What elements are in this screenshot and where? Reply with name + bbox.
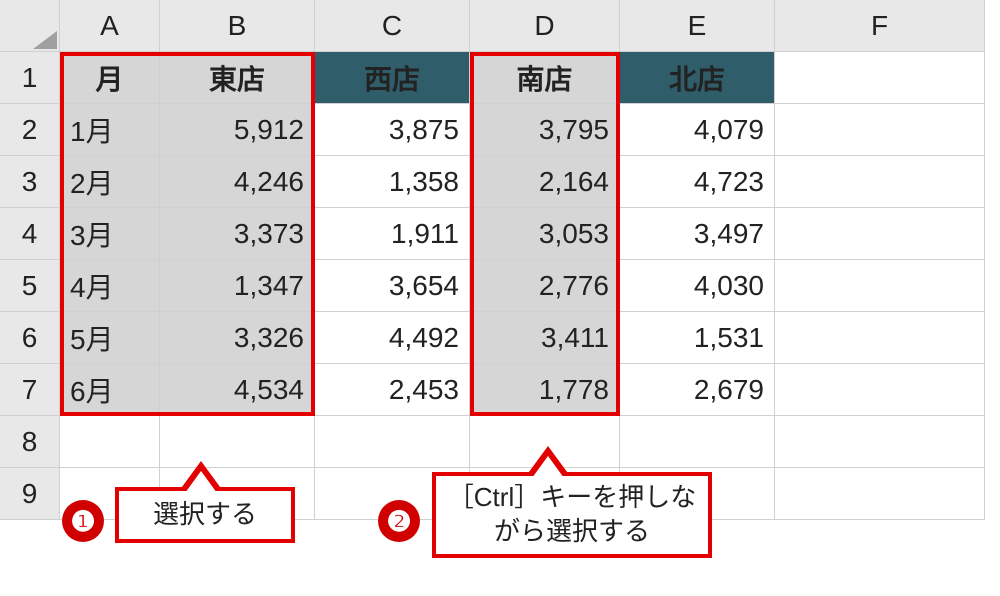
- cell-A7[interactable]: 6月: [60, 364, 160, 416]
- annotation-callout-2: ［Ctrl］キーを押しながら選択する: [432, 472, 712, 558]
- row-header-3[interactable]: 3: [0, 156, 60, 208]
- col-header-C[interactable]: C: [315, 0, 470, 52]
- cell-E5[interactable]: 4,030: [620, 260, 775, 312]
- cell-A4[interactable]: 3月: [60, 208, 160, 260]
- cell-F2[interactable]: [775, 104, 985, 156]
- cell-B6[interactable]: 3,326: [160, 312, 315, 364]
- row-header-2[interactable]: 2: [0, 104, 60, 156]
- cell-B3[interactable]: 4,246: [160, 156, 315, 208]
- row-header-1[interactable]: 1: [0, 52, 60, 104]
- row-header-9[interactable]: 9: [0, 468, 60, 520]
- cell-B7[interactable]: 4,534: [160, 364, 315, 416]
- cell-E1[interactable]: 北店: [620, 52, 775, 104]
- row-header-5[interactable]: 5: [0, 260, 60, 312]
- col-header-A[interactable]: A: [60, 0, 160, 52]
- annotation-badge-1: ❶: [62, 500, 104, 542]
- callout-1-text: 選択する: [153, 498, 257, 532]
- col-header-D[interactable]: D: [470, 0, 620, 52]
- cell-D1[interactable]: 南店: [470, 52, 620, 104]
- cell-C2[interactable]: 3,875: [315, 104, 470, 156]
- annotation-callout-1: 選択する: [115, 487, 295, 543]
- cell-A1[interactable]: 月: [60, 52, 160, 104]
- cell-A5[interactable]: 4月: [60, 260, 160, 312]
- cell-C8[interactable]: [315, 416, 470, 468]
- row-header-6[interactable]: 6: [0, 312, 60, 364]
- cell-B4[interactable]: 3,373: [160, 208, 315, 260]
- cell-E7[interactable]: 2,679: [620, 364, 775, 416]
- cell-D6[interactable]: 3,411: [470, 312, 620, 364]
- cell-A2[interactable]: 1月: [60, 104, 160, 156]
- cell-E6[interactable]: 1,531: [620, 312, 775, 364]
- cell-C7[interactable]: 2,453: [315, 364, 470, 416]
- spreadsheet-grid[interactable]: A B C D E F 1 月 東店 西店 南店 北店 2 1月 5,912 3…: [0, 0, 985, 520]
- cell-E2[interactable]: 4,079: [620, 104, 775, 156]
- cell-F7[interactable]: [775, 364, 985, 416]
- cell-D3[interactable]: 2,164: [470, 156, 620, 208]
- cell-E8[interactable]: [620, 416, 775, 468]
- cell-C1[interactable]: 西店: [315, 52, 470, 104]
- cell-A6[interactable]: 5月: [60, 312, 160, 364]
- cell-E4[interactable]: 3,497: [620, 208, 775, 260]
- col-header-E[interactable]: E: [620, 0, 775, 52]
- cell-D5[interactable]: 2,776: [470, 260, 620, 312]
- annotation-badge-2: ❷: [378, 500, 420, 542]
- cell-F6[interactable]: [775, 312, 985, 364]
- row-header-8[interactable]: 8: [0, 416, 60, 468]
- col-header-F[interactable]: F: [775, 0, 985, 52]
- cell-B2[interactable]: 5,912: [160, 104, 315, 156]
- cell-E3[interactable]: 4,723: [620, 156, 775, 208]
- cell-D4[interactable]: 3,053: [470, 208, 620, 260]
- cell-B1[interactable]: 東店: [160, 52, 315, 104]
- col-header-B[interactable]: B: [160, 0, 315, 52]
- cell-C4[interactable]: 1,911: [315, 208, 470, 260]
- cell-C3[interactable]: 1,358: [315, 156, 470, 208]
- cell-A3[interactable]: 2月: [60, 156, 160, 208]
- cell-F4[interactable]: [775, 208, 985, 260]
- cell-F3[interactable]: [775, 156, 985, 208]
- row-header-4[interactable]: 4: [0, 208, 60, 260]
- cell-F9[interactable]: [775, 468, 985, 520]
- select-all-corner[interactable]: [0, 0, 60, 52]
- row-header-7[interactable]: 7: [0, 364, 60, 416]
- cell-B5[interactable]: 1,347: [160, 260, 315, 312]
- callout-2-text: ［Ctrl］キーを押しながら選択する: [436, 481, 708, 549]
- cell-A8[interactable]: [60, 416, 160, 468]
- cell-F8[interactable]: [775, 416, 985, 468]
- cell-C5[interactable]: 3,654: [315, 260, 470, 312]
- cell-F1[interactable]: [775, 52, 985, 104]
- cell-D2[interactable]: 3,795: [470, 104, 620, 156]
- cell-D7[interactable]: 1,778: [470, 364, 620, 416]
- cell-C6[interactable]: 4,492: [315, 312, 470, 364]
- cell-F5[interactable]: [775, 260, 985, 312]
